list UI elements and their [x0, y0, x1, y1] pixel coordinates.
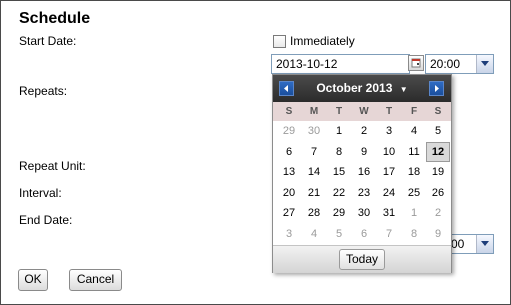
calendar-day[interactable]: 23: [352, 183, 376, 203]
weekday-header: SMTWTFS: [273, 102, 451, 122]
calendar-day[interactable]: 27: [277, 203, 301, 223]
calendar-day[interactable]: 28: [302, 203, 326, 223]
calendar-day[interactable]: 22: [327, 183, 351, 203]
calendar-day[interactable]: 17: [377, 162, 401, 182]
calendar-day[interactable]: 30: [302, 121, 326, 141]
month-selector[interactable]: October 2013 ▼: [273, 81, 451, 95]
calendar-day[interactable]: 2: [352, 121, 376, 141]
chevron-right-icon: [435, 85, 439, 92]
calendar-day[interactable]: 6: [352, 224, 376, 244]
calendar-day[interactable]: 25: [402, 183, 426, 203]
calendar-day[interactable]: 7: [377, 224, 401, 244]
calendar-day[interactable]: 3: [277, 224, 301, 244]
calendar-day[interactable]: 21: [302, 183, 326, 203]
ok-button[interactable]: OK: [18, 269, 48, 291]
calendar-day[interactable]: 31: [377, 203, 401, 223]
weekday-label: F: [410, 106, 418, 117]
calendar-day-selected[interactable]: 12: [426, 141, 450, 162]
chevron-down-icon: [481, 61, 489, 66]
calendar-day[interactable]: 14: [302, 162, 326, 182]
next-month-button[interactable]: [429, 81, 444, 96]
immediately-label[interactable]: Immediately: [290, 34, 355, 48]
calendar-header: October 2013 ▼: [273, 75, 451, 102]
calendar-button[interactable]: [408, 55, 424, 71]
weekday-label: S: [434, 106, 442, 117]
calendar-day[interactable]: 20: [277, 183, 301, 203]
calendar-day[interactable]: 19: [426, 162, 450, 182]
calendar-day[interactable]: 7: [302, 142, 326, 162]
calendar-day[interactable]: 13: [277, 162, 301, 182]
calendar-day[interactable]: 5: [426, 121, 450, 141]
calendar-day[interactable]: 3: [377, 121, 401, 141]
calendar-day[interactable]: 9: [426, 224, 450, 244]
start-time-select[interactable]: 20:00: [425, 54, 494, 74]
panel-title: Schedule: [19, 10, 91, 27]
day-grid: 29 30 1 2 3 4 5 6 7 8 9 10 11 12 13 14 15 16 17 18 19 20 21 22 2…: [273, 121, 451, 245]
start-date-label: Start Date:: [19, 34, 77, 48]
calendar-day[interactable]: 26: [426, 183, 450, 203]
calendar-day[interactable]: 4: [302, 224, 326, 244]
calendar-day[interactable]: 29: [327, 203, 351, 223]
cancel-button[interactable]: Cancel: [69, 269, 122, 291]
calendar-day[interactable]: 30: [352, 203, 376, 223]
end-time-value: 00: [451, 237, 465, 251]
chevron-down-icon: [481, 241, 489, 246]
immediately-checkbox[interactable]: [273, 35, 286, 48]
caret-down-icon: ▼: [399, 85, 408, 94]
month-label: October 2013: [316, 81, 393, 95]
weekday-label: W: [359, 106, 369, 117]
calendar-day[interactable]: 8: [327, 142, 351, 162]
calendar-day[interactable]: 15: [327, 162, 351, 182]
start-date-input[interactable]: 2013-10-12: [271, 54, 410, 74]
calendar-day[interactable]: 29: [277, 121, 301, 141]
calendar-footer: Today: [273, 245, 451, 273]
calendar-day[interactable]: 5: [327, 224, 351, 244]
calendar-day[interactable]: 24: [377, 183, 401, 203]
repeats-label: Repeats:: [19, 84, 68, 98]
calendar-day[interactable]: 18: [402, 162, 426, 182]
weekday-label: T: [385, 106, 393, 117]
calendar-day[interactable]: 11: [402, 142, 426, 162]
end-time-select[interactable]: 00: [450, 234, 494, 254]
start-time-dropdown-button[interactable]: [476, 55, 493, 73]
calendar-day[interactable]: 4: [402, 121, 426, 141]
weekday-label: M: [309, 106, 319, 117]
interval-label: Interval:: [19, 186, 62, 200]
repeat-unit-label: Repeat Unit:: [19, 159, 86, 173]
calendar-day[interactable]: 1: [402, 203, 426, 223]
weekday-label: S: [285, 106, 293, 117]
date-picker-popup: October 2013 ▼ SMTWTFS 29 30 1 2 3 4 5 6 7 8 9 10 11…: [272, 74, 452, 273]
calendar-day[interactable]: 9: [352, 142, 376, 162]
weekday-label: T: [335, 106, 343, 117]
end-time-dropdown-button[interactable]: [476, 235, 493, 253]
calendar-day[interactable]: 2: [426, 203, 450, 223]
calendar-day[interactable]: 16: [352, 162, 376, 182]
end-date-label: End Date:: [19, 213, 73, 227]
calendar-day[interactable]: 6: [277, 142, 301, 162]
calendar-icon: [411, 58, 421, 68]
calendar-day[interactable]: 10: [377, 142, 401, 162]
today-button[interactable]: Today: [339, 249, 385, 270]
calendar-day[interactable]: 1: [327, 121, 351, 141]
start-time-value: 20:00: [430, 57, 461, 71]
calendar-day[interactable]: 8: [402, 224, 426, 244]
